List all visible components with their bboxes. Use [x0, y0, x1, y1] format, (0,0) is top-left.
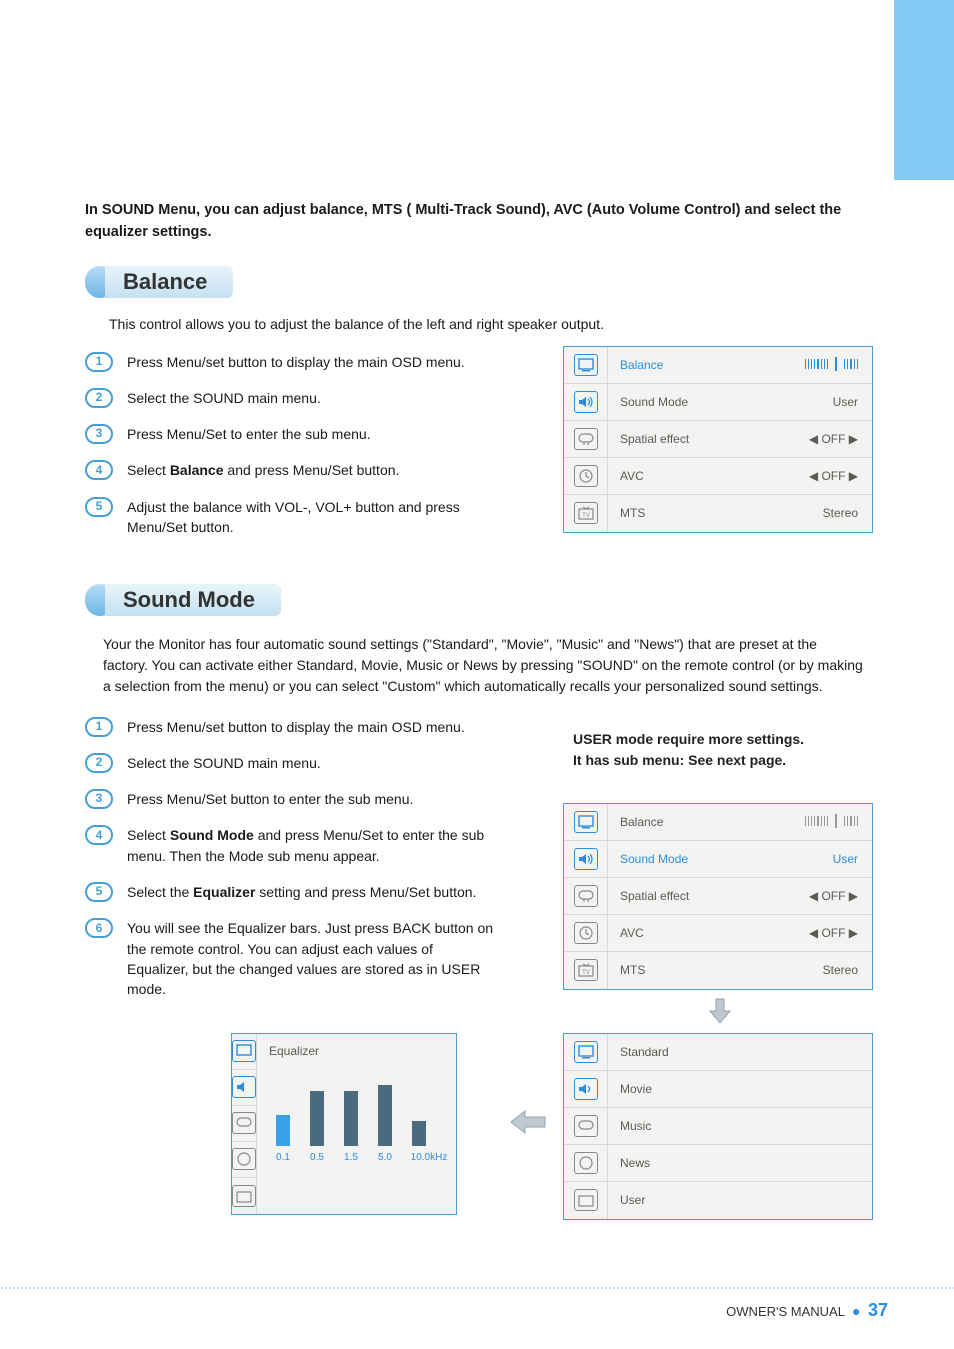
equalizer-labels: 0.1 0.5 1.5 5.0 10.0kHz [269, 1152, 449, 1163]
equalizer-bars[interactable] [269, 1068, 449, 1146]
osd-row-balance[interactable]: Balance [564, 347, 872, 384]
footer: OWNER'S MANUAL ● 37 [726, 1300, 888, 1321]
setup-icon [574, 1115, 598, 1137]
clock-icon [574, 465, 598, 487]
balance-title: Balance [105, 266, 233, 298]
intro-text: In SOUND Menu, you can adjust balance, M… [85, 200, 873, 244]
speaker-icon [232, 1076, 256, 1098]
section-title-sound-mode: Sound Mode [85, 584, 315, 616]
eq-band-label: 0.5 [307, 1152, 327, 1163]
equalizer-title: Equalizer [269, 1044, 449, 1058]
eq-bar[interactable] [344, 1091, 358, 1146]
arrow-left-icon [507, 1109, 547, 1140]
osd-row-mts-2[interactable]: TV MTS Stereo [564, 952, 872, 989]
osd-mode-standard[interactable]: Standard [564, 1034, 872, 1071]
osd-sound-panel: Balance Sound Mode User Spatial effect ◀… [563, 803, 873, 990]
picture-icon [574, 354, 598, 376]
osd-row-sound-mode-2[interactable]: Sound Mode User [564, 841, 872, 878]
setup-icon [574, 428, 598, 450]
balance-description: This control allows you to adjust the ba… [109, 316, 873, 332]
user-mode-note: USER mode require more settings. It has … [573, 729, 843, 772]
eq-bar[interactable] [378, 1085, 392, 1146]
tv-icon [232, 1185, 256, 1207]
bottom-divider [0, 1287, 954, 1289]
osd-row-sound-mode[interactable]: Sound Mode User [564, 384, 872, 421]
osd-mode-movie[interactable]: Movie [564, 1071, 872, 1108]
balance-slider-icon [805, 357, 858, 371]
svg-text:TV: TV [582, 970, 590, 976]
speaker-icon [574, 1078, 598, 1100]
arrow-down-icon [707, 997, 733, 1030]
osd-row-avc[interactable]: AVC ◀ OFF ▶ [564, 458, 872, 495]
picture-icon [574, 1041, 598, 1063]
picture-icon [574, 811, 598, 833]
section-title-balance: Balance [85, 266, 265, 298]
osd-balance-panel: Balance Sound Mode User Spatial effect ◀… [563, 346, 873, 533]
eq-bar[interactable] [412, 1121, 426, 1146]
setup-icon [574, 885, 598, 907]
osd-row-mts[interactable]: TV MTS Stereo [564, 495, 872, 532]
osd-mode-music[interactable]: Music [564, 1108, 872, 1145]
speaker-icon [574, 848, 598, 870]
tv-icon: TV [574, 502, 598, 524]
eq-band-label: 1.5 [341, 1152, 361, 1163]
osd-mode-news[interactable]: News [564, 1145, 872, 1182]
osd-row-avc-2[interactable]: AVC ◀ OFF ▶ [564, 915, 872, 952]
setup-icon [232, 1112, 256, 1134]
clock-icon [574, 1152, 598, 1174]
eq-band-label: 0.1 [273, 1152, 293, 1163]
osd-mode-user[interactable]: User [564, 1182, 872, 1219]
eq-bar[interactable] [276, 1115, 290, 1146]
svg-text:TV: TV [582, 513, 590, 519]
clock-icon [574, 922, 598, 944]
speaker-icon [574, 391, 598, 413]
eq-bar[interactable] [310, 1091, 324, 1146]
tv-icon: TV [574, 959, 598, 981]
osd-row-balance-2[interactable]: Balance [564, 804, 872, 841]
osd-modes-panel: Standard Movie Music News User [563, 1033, 873, 1220]
sound-mode-title: Sound Mode [105, 584, 281, 616]
sound-mode-description: Your the Monitor has four automatic soun… [103, 634, 863, 697]
osd-row-spatial[interactable]: Spatial effect ◀ OFF ▶ [564, 421, 872, 458]
picture-icon [232, 1040, 256, 1062]
top-accent-band [894, 0, 954, 180]
osd-equalizer-panel: Equalizer 0.1 0.5 1.5 5.0 10.0kHz [231, 1033, 457, 1215]
eq-band-label: 5.0 [375, 1152, 395, 1163]
eq-band-label: 10.0kHz [409, 1152, 449, 1163]
tv-icon [574, 1189, 598, 1211]
osd-row-spatial-2[interactable]: Spatial effect ◀ OFF ▶ [564, 878, 872, 915]
clock-icon [232, 1148, 256, 1170]
